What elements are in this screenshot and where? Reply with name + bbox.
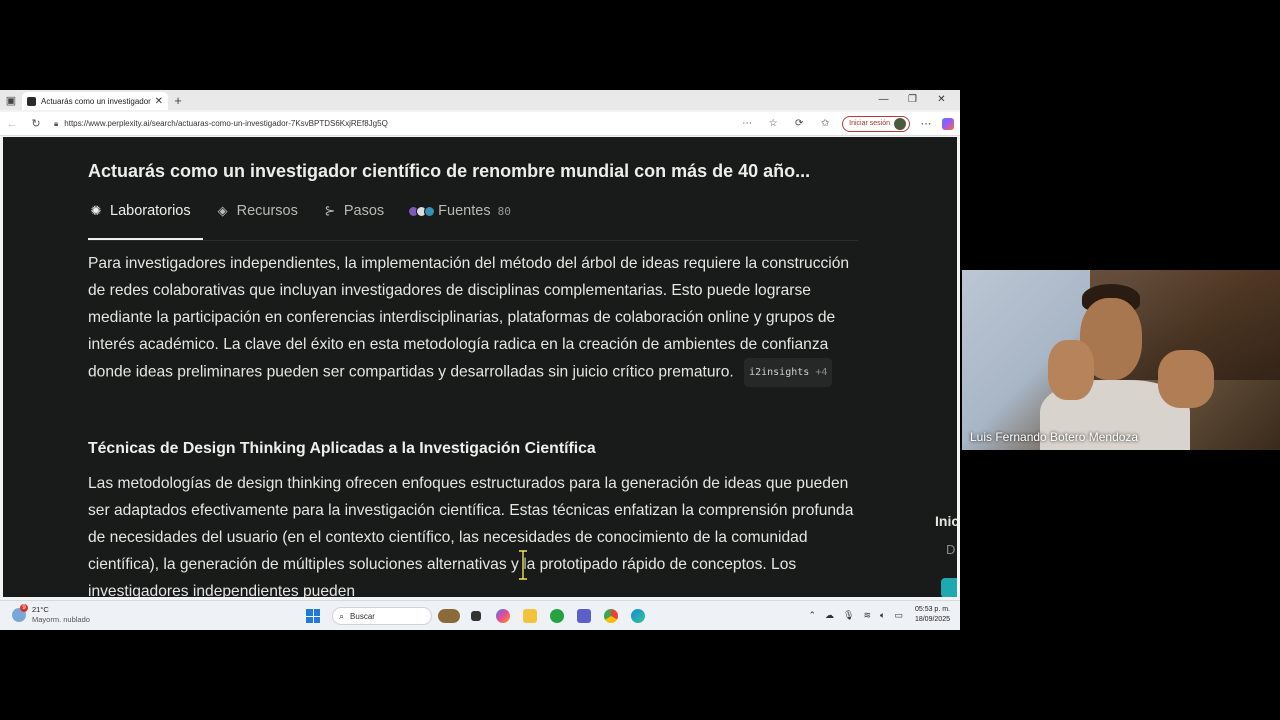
tabs-divider <box>88 240 858 241</box>
microphone-icon[interactable]: 🎙︎ <box>843 610 854 621</box>
tab-label: Pasos <box>343 203 385 219</box>
address-bar[interactable]: 🔒︎ https://www.perplexity.ai/search/actu… <box>48 115 734 133</box>
minimize-icon[interactable]: — <box>869 90 898 110</box>
search-label: Buscar <box>350 611 375 621</box>
more-menu-icon[interactable]: ⋯ <box>914 117 938 130</box>
favorites-icon[interactable]: ✩ <box>812 118 838 129</box>
answer-paragraph: Las metodologías de design thinking ofre… <box>88 470 863 597</box>
tab-laboratorios[interactable]: ✺ Laboratorios <box>88 203 191 219</box>
weather-temp: 21°C <box>32 605 49 614</box>
side-panel-label[interactable]: Inic <box>935 513 957 529</box>
steps-icon: ⊱ <box>324 203 336 218</box>
reader-icon[interactable]: ⋯ <box>734 118 760 129</box>
back-icon[interactable]: ← <box>0 118 24 130</box>
window-controls: — ❐ ✕ <box>869 90 956 110</box>
browser-toolbar: ← ↻ 🔒︎ https://www.perplexity.ai/search/… <box>0 112 960 136</box>
volume-icon[interactable]: 🔈︎ <box>880 610 885 621</box>
weather-icon: 9 <box>12 604 28 622</box>
toolbar-icons: ⋯ ☆ ⟳ ✩ <box>734 118 838 129</box>
taskbar-apps <box>438 606 654 626</box>
new-tab-icon[interactable]: + <box>168 93 188 108</box>
site-info-icon[interactable]: 🔒︎ <box>54 119 58 129</box>
search-icon: ⌕ <box>339 610 345 621</box>
weather-widget[interactable]: 9 21°C Mayorm. nublado <box>12 604 90 625</box>
sources-count: 80 <box>497 204 511 218</box>
sources-icon <box>408 205 436 217</box>
section-heading: Técnicas de Design Thinking Aplicadas a … <box>88 440 596 457</box>
clock-time: 05:53 p. m. <box>914 606 950 613</box>
cloud-icon[interactable]: ☁ <box>825 610 834 621</box>
paragraph-text: Para investigadores independientes, la i… <box>88 255 850 381</box>
clock-date: 18/09/2025 <box>914 616 950 623</box>
screen: ▣ Actuarás como un investigador c ✕ + — … <box>0 0 1280 720</box>
chevron-up-icon[interactable]: ⌃ <box>809 610 817 621</box>
extensions-icon[interactable]: ⟳ <box>786 118 812 129</box>
perplexity-favicon-icon <box>27 96 36 106</box>
citation-chip[interactable]: i2insights +4 <box>744 358 833 387</box>
file-explorer-icon[interactable] <box>519 606 541 626</box>
reload-icon[interactable]: ↻ <box>24 117 48 130</box>
battery-icon[interactable]: ▭ <box>894 610 903 621</box>
system-tray: ⌃ ☁ 🎙︎ ≋ 🔈︎ ▭ 05:53 p. m. 18/09/2025 <box>800 605 951 625</box>
restore-icon[interactable]: ❐ <box>898 90 927 110</box>
signin-label: Iniciar sesión <box>849 120 890 127</box>
clock[interactable]: 05:53 p. m. 18/09/2025 <box>915 605 950 625</box>
browser-window: ▣ Actuarás como un investigador c ✕ + — … <box>0 90 960 630</box>
whatsapp-icon[interactable] <box>546 606 568 626</box>
text-cursor-icon <box>519 550 527 580</box>
search-query-title: Actuarás como un investigador científico… <box>88 161 811 181</box>
edge-icon[interactable] <box>627 606 649 626</box>
favorite-star-icon[interactable]: ☆ <box>760 118 786 129</box>
tab-pasos[interactable]: ⊱ Pasos <box>322 203 384 219</box>
tab-label: Fuentes <box>438 203 491 219</box>
widgets-app-icon[interactable] <box>438 606 460 626</box>
url-text: https://www.perplexity.ai/search/actuara… <box>64 119 388 128</box>
close-tab-icon[interactable]: ✕ <box>155 96 163 107</box>
profile-avatar <box>894 117 906 130</box>
tab-label: Laboratorios <box>110 203 191 219</box>
participant-name: Luis Fernando Botero Mendoza <box>970 430 1139 444</box>
webcam-feed: Luis Fernando Botero Mendoza <box>962 270 1280 450</box>
tab-recursos[interactable]: ◈ Recursos <box>215 203 298 219</box>
copilot-app-icon[interactable] <box>492 606 514 626</box>
tab-actions-icon[interactable]: ▣ <box>0 90 22 110</box>
result-tabs: ✺ Laboratorios ◈ Recursos ⊱ Pasos Fuente… <box>88 203 535 219</box>
tab-title: Actuarás como un investigador c <box>41 96 151 106</box>
participant-hand-right <box>1158 350 1214 408</box>
windows-taskbar: 9 21°C Mayorm. nublado ⌕ Buscar ⌃ ☁ 🎙︎ ≋… <box>0 600 960 630</box>
notification-badge: 9 <box>20 604 28 612</box>
close-window-icon[interactable]: ✕ <box>927 90 956 110</box>
teams-icon[interactable] <box>573 606 595 626</box>
side-action-button[interactable] <box>941 578 957 597</box>
tab-bar: ▣ Actuarás como un investigador c ✕ + — … <box>0 90 960 110</box>
chrome-icon[interactable] <box>600 606 622 626</box>
citation-more: +4 <box>815 367 828 378</box>
start-button[interactable] <box>306 609 320 623</box>
layers-icon: ◈ <box>217 203 228 218</box>
tab-fuentes[interactable]: Fuentes 80 <box>408 203 511 219</box>
perplexity-page: Actuarás como un investigador científico… <box>3 137 957 597</box>
copilot-icon[interactable] <box>942 117 954 130</box>
task-view-icon[interactable] <box>465 606 487 626</box>
citation-source: i2insights <box>749 367 810 378</box>
side-panel-sublabel: D <box>946 542 956 557</box>
browser-tab[interactable]: Actuarás como un investigador c ✕ <box>22 92 168 110</box>
weather-condition: Mayorm. nublado <box>32 615 90 624</box>
answer-paragraph: Para investigadores independientes, la i… <box>88 250 863 387</box>
labs-icon: ✺ <box>90 203 102 218</box>
wifi-icon[interactable]: ≋ <box>863 610 871 621</box>
signin-button[interactable]: Iniciar sesión <box>842 115 910 132</box>
taskbar-search[interactable]: ⌕ Buscar <box>332 607 432 625</box>
paragraph-text: Las metodologías de design thinking ofre… <box>88 475 854 597</box>
participant-hand-left <box>1048 340 1094 400</box>
tab-label: Recursos <box>236 203 298 219</box>
